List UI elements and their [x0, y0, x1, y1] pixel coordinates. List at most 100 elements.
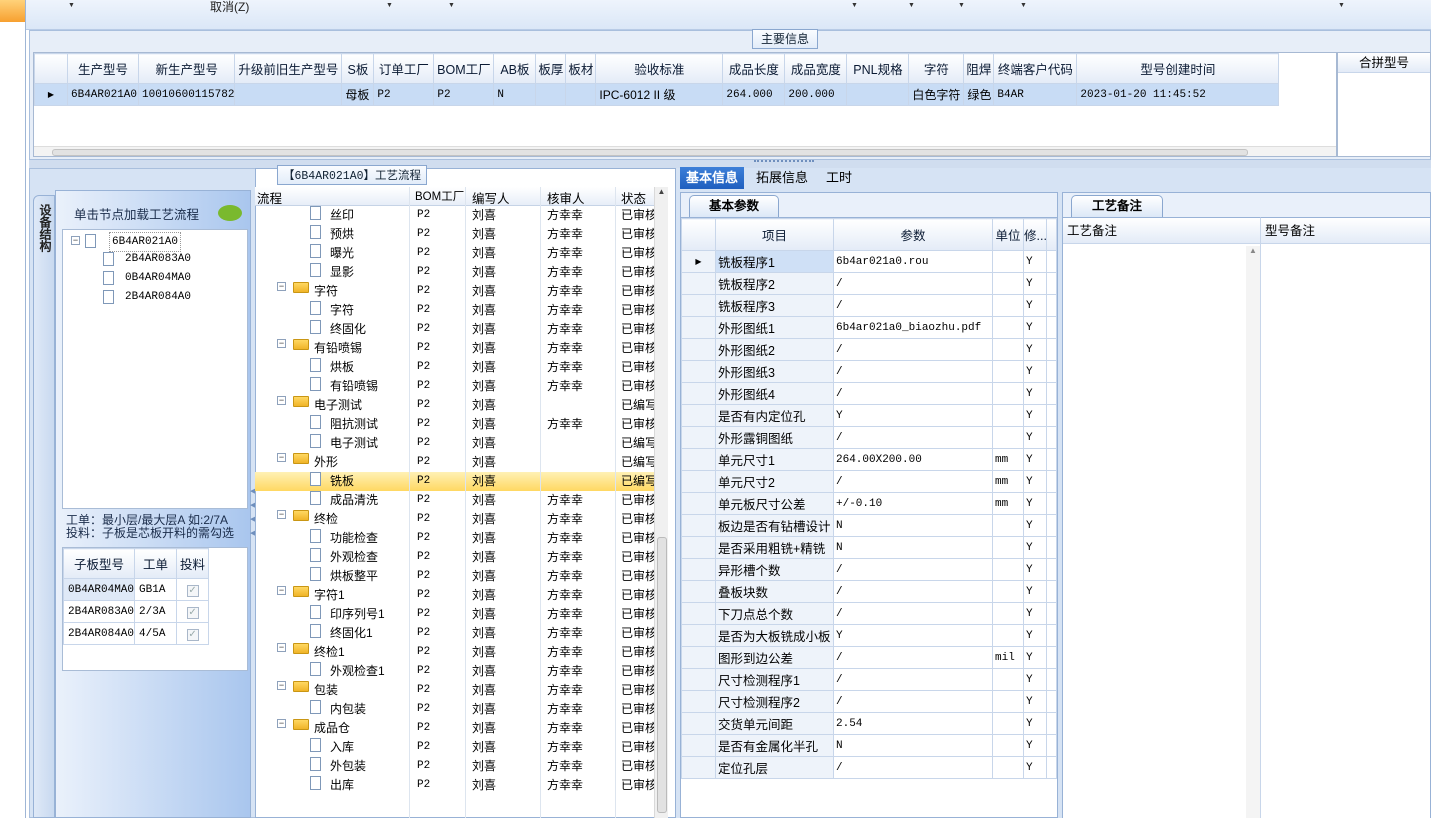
column-header[interactable]: 板材 [565, 53, 597, 84]
table-row[interactable]: 是否采用粗铣+精铣 N Y [681, 536, 1057, 559]
table-cell[interactable]: N [833, 514, 993, 537]
row-indicator[interactable]: ▶ [681, 250, 716, 273]
collapse-icon[interactable]: − [277, 282, 286, 291]
row-indicator[interactable] [681, 492, 716, 515]
table-cell[interactable] [992, 734, 1024, 757]
process-row[interactable]: 出库 P2 刘喜 方幸幸 已审核 [255, 776, 654, 795]
process-row[interactable]: 功能检查 P2 刘喜 方幸幸 已审核 [255, 529, 654, 548]
column-header[interactable]: 终端客户代码 [993, 53, 1078, 84]
table-cell[interactable]: N [493, 83, 537, 106]
row-indicator[interactable] [681, 338, 716, 361]
table-cell[interactable] [992, 580, 1024, 603]
row-indicator[interactable] [681, 580, 716, 603]
column-header[interactable]: 单位 [992, 218, 1024, 251]
column-header[interactable]: 阻焊 [963, 53, 995, 84]
row-indicator[interactable] [681, 624, 716, 647]
process-row[interactable]: 外包装 P2 刘喜 方幸幸 已审核 [255, 757, 654, 776]
process-row[interactable]: − 有铅喷锡 P2 刘喜 方幸幸 已审核 [255, 339, 654, 358]
table-cell[interactable]: / [833, 690, 993, 713]
table-row[interactable]: ▶ 铣板程序1 6b4ar021a0.rou Y [681, 250, 1057, 273]
table-cell[interactable] [992, 382, 1024, 405]
collapse-icon[interactable]: − [277, 339, 286, 348]
table-cell[interactable]: 4/5A [134, 622, 178, 645]
column-header[interactable]: 型号创建时间 [1076, 53, 1280, 84]
table-cell[interactable]: Y [1023, 690, 1047, 713]
table-cell[interactable]: mm [992, 448, 1024, 471]
table-row[interactable]: 单元板尺寸公差 +/-0.10 mm Y [681, 492, 1057, 515]
chevron-down-icon[interactable]: ▼ [851, 2, 858, 9]
collapse-icon[interactable]: − [277, 510, 286, 519]
table-cell[interactable]: 外形图纸4 [715, 382, 834, 405]
process-row[interactable]: − 字符1 P2 刘喜 方幸幸 已审核 [255, 586, 654, 605]
table-cell[interactable] [992, 294, 1024, 317]
table-cell[interactable]: 264.000 [722, 83, 786, 106]
chevron-down-icon[interactable]: ▼ [448, 2, 455, 9]
table-cell[interactable] [992, 756, 1024, 779]
collapse-icon[interactable]: − [277, 453, 286, 462]
column-header[interactable]: 项目 [715, 218, 834, 251]
table-row[interactable]: 定位孔层 / Y [681, 756, 1057, 779]
table-cell[interactable]: / [833, 294, 993, 317]
tab-work-hours[interactable]: 工时 [820, 167, 858, 189]
table-cell[interactable]: Y [1023, 602, 1047, 625]
table-cell[interactable]: 2.54 [833, 712, 993, 735]
table-cell[interactable] [992, 690, 1024, 713]
table-row[interactable]: 铣板程序2/ Y [681, 272, 1057, 295]
column-header[interactable]: 状态 [621, 188, 646, 207]
column-header[interactable]: S板 [341, 53, 375, 84]
process-row[interactable]: 电子测试 P2 刘喜 已编写 [255, 434, 654, 453]
process-row[interactable]: 显影 P2 刘喜 方幸幸 已审核 [255, 263, 654, 282]
table-cell[interactable] [234, 83, 343, 106]
table-cell[interactable]: Y [1023, 668, 1047, 691]
table-cell[interactable]: Y [1023, 580, 1047, 603]
table-row[interactable]: 下刀点总个数 / Y [681, 602, 1057, 625]
row-indicator[interactable] [681, 690, 716, 713]
process-row[interactable]: 外观检查1 P2 刘喜 方幸幸 已审核 [255, 662, 654, 681]
column-header[interactable]: 字符 [908, 53, 965, 84]
table-row[interactable]: 尺寸检测程序1/ Y [681, 668, 1057, 691]
checkbox[interactable]: ✓ [186, 607, 199, 619]
table-row[interactable]: 异形槽个数 / Y [681, 558, 1057, 581]
tab-basic-params[interactable]: 基本参数 [689, 195, 779, 217]
table-cell[interactable]: / [833, 272, 993, 295]
row-indicator[interactable] [681, 404, 716, 427]
table-row[interactable]: 外形图纸2/ Y [681, 338, 1057, 361]
splitter-grip[interactable] [754, 160, 814, 166]
table-cell[interactable]: mm [992, 492, 1024, 515]
column-header[interactable]: BOM工厂 [433, 53, 495, 84]
table-cell[interactable]: 是否有内定位孔 [715, 404, 834, 427]
row-indicator[interactable] [681, 734, 716, 757]
table-cell[interactable] [535, 83, 567, 106]
table-cell[interactable]: 200.000 [784, 83, 848, 106]
process-row[interactable]: − 终检 P2 刘喜 方幸幸 已审核 [255, 510, 654, 529]
column-header[interactable]: BOM工厂 [415, 188, 464, 204]
scroll-up-icon[interactable]: ▲ [655, 187, 668, 196]
active-nav-marker[interactable] [0, 0, 25, 22]
process-row[interactable]: 烘板 P2 刘喜 方幸幸 已审核 [255, 358, 654, 377]
column-header[interactable]: AB板 [493, 53, 537, 84]
process-row[interactable]: 成品清洗 P2 刘喜 方幸幸 已审核 [255, 491, 654, 510]
table-cell[interactable]: / [833, 338, 993, 361]
collapse-icon[interactable]: − [277, 719, 286, 728]
row-indicator[interactable] [681, 360, 716, 383]
column-header[interactable]: 成品宽度 [784, 53, 848, 84]
table-cell[interactable]: / [833, 558, 993, 581]
process-row[interactable]: − 终检1 P2 刘喜 方幸幸 已审核 [255, 643, 654, 662]
table-cell[interactable]: 下刀点总个数 [715, 602, 834, 625]
row-indicator[interactable] [681, 316, 716, 339]
table-cell[interactable]: 铣板程序1 [715, 250, 834, 273]
table-cell[interactable] [846, 83, 910, 106]
chevron-down-icon[interactable]: ▼ [1338, 2, 1345, 9]
table-row[interactable]: 尺寸检测程序2/ Y [681, 690, 1057, 713]
process-row[interactable]: 印序列号1 P2 刘喜 方幸幸 已审核 [255, 605, 654, 624]
process-row[interactable]: 字符 P2 刘喜 方幸幸 已审核 [255, 301, 654, 320]
tab-process-notes[interactable]: 工艺备注 [1071, 195, 1163, 217]
note-scrollbar[interactable]: ▲ [1246, 246, 1260, 818]
table-row[interactable]: 叠板块数 / Y [681, 580, 1057, 603]
column-header[interactable]: 参数 [833, 218, 993, 251]
table-row[interactable]: 铣板程序3/ Y [681, 294, 1057, 317]
column-header[interactable]: 修... [1023, 218, 1047, 251]
column-header[interactable]: 升级前旧生产型号 [234, 53, 343, 84]
table-cell[interactable]: 0B4AR04MA0 [63, 578, 136, 601]
process-row[interactable]: − 外形 P2 刘喜 已编写 [255, 453, 654, 472]
